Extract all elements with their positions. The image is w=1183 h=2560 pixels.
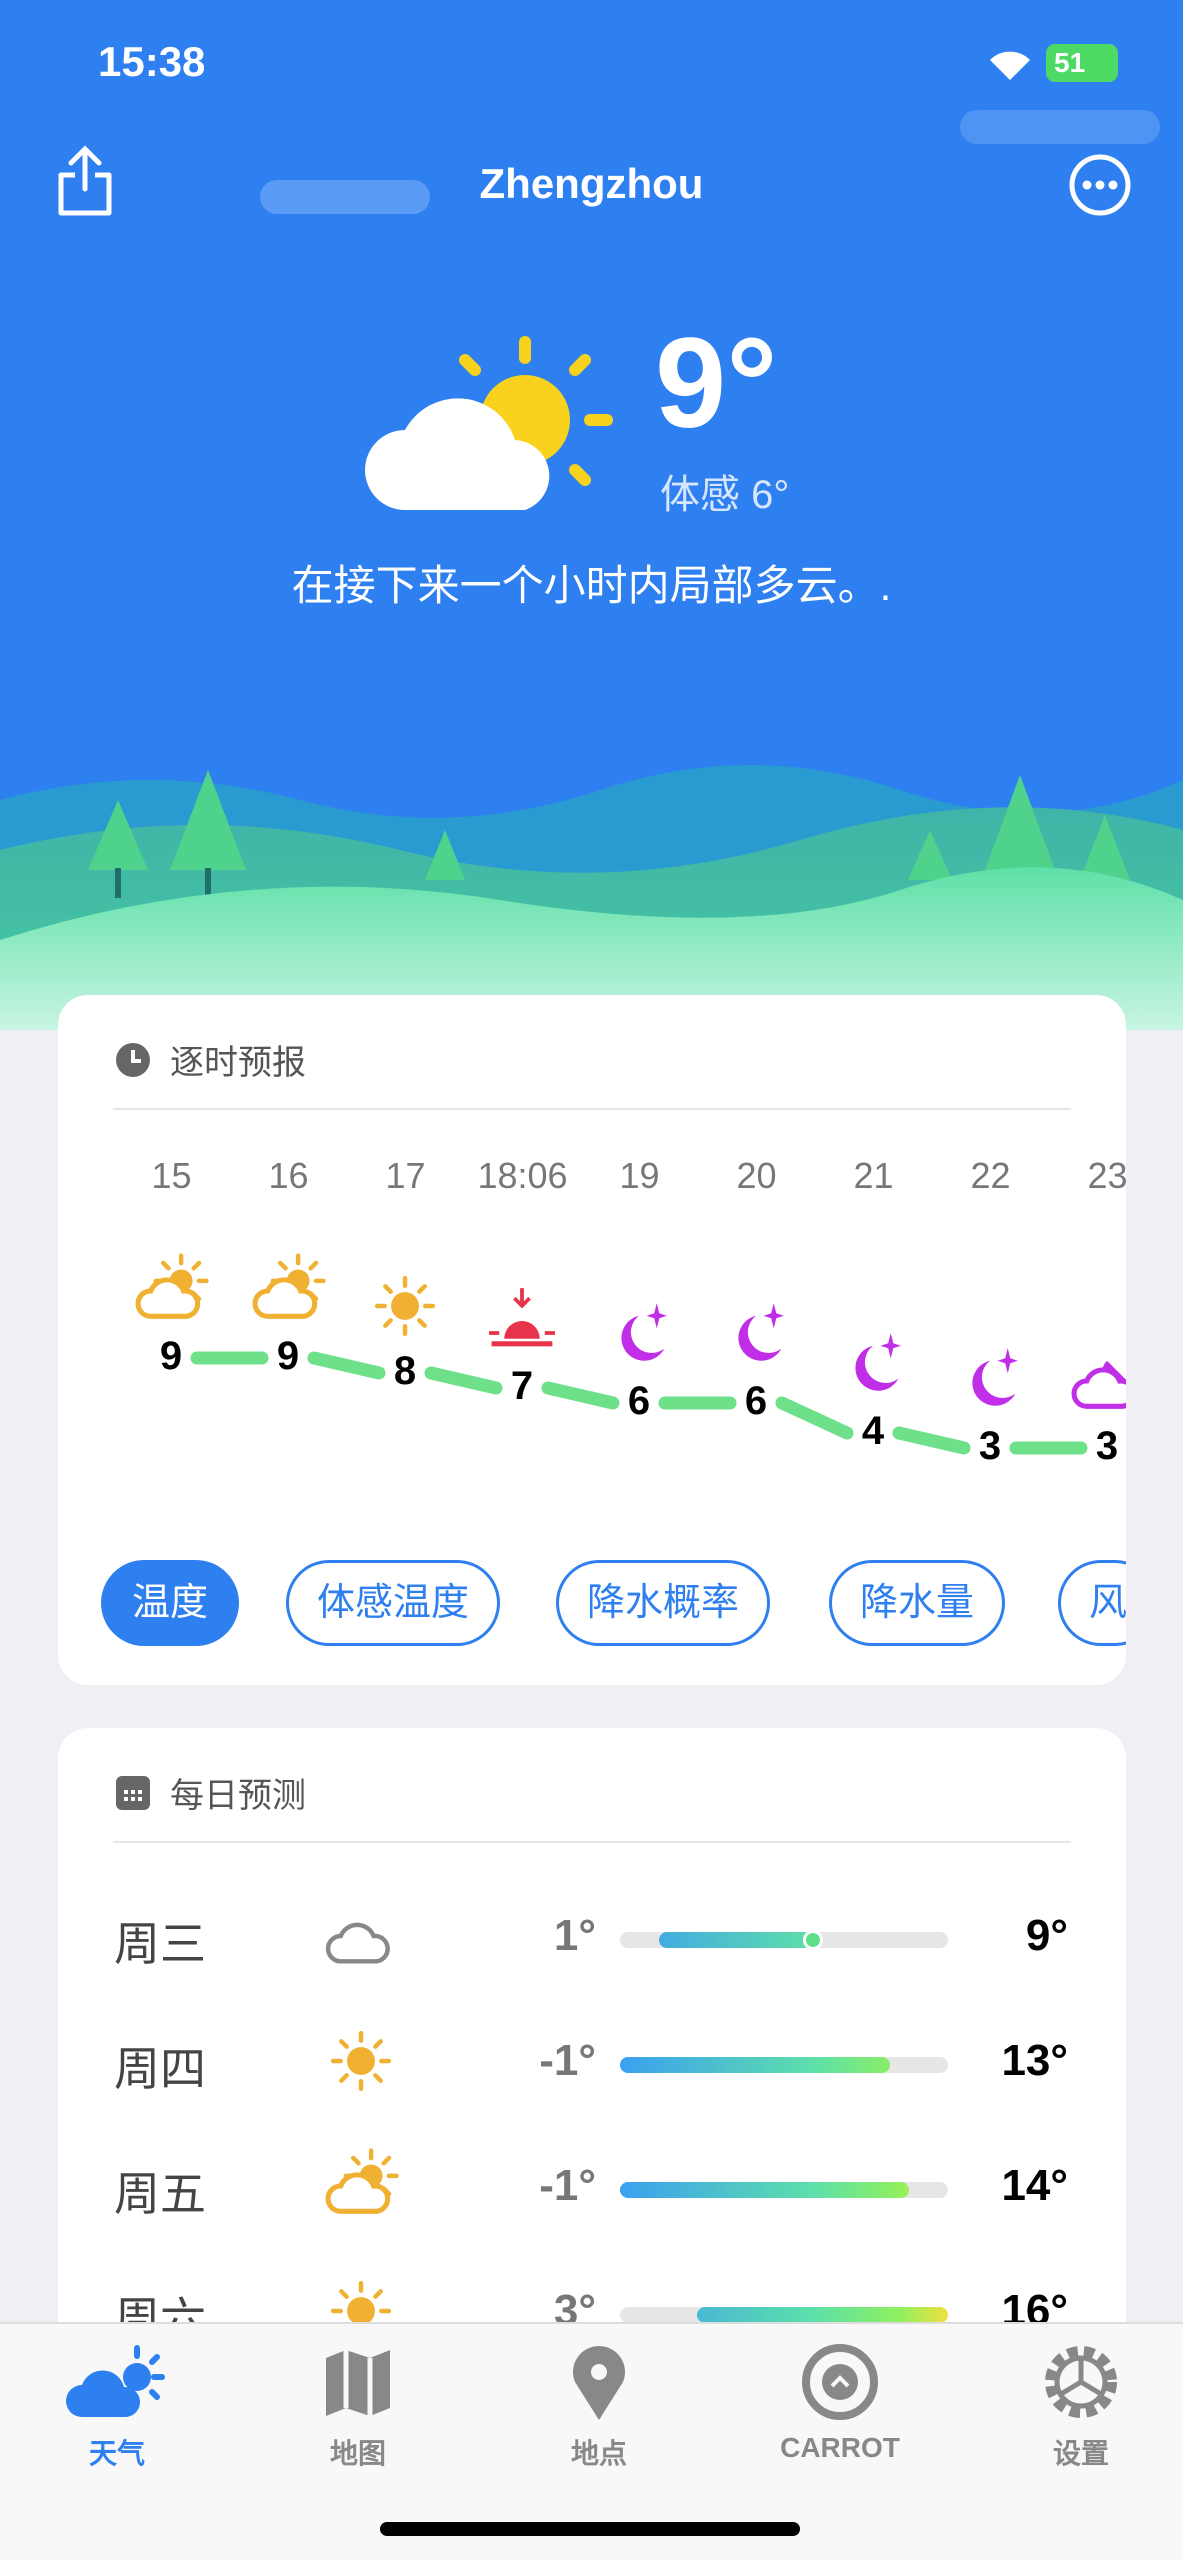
low-temp: -1° — [539, 2036, 596, 2085]
partly-cloudy-day-icon — [323, 2148, 399, 2229]
day-label: 周三 — [114, 1918, 206, 1970]
range-fill — [697, 2307, 948, 2323]
daily-header: 每日预测 — [114, 1768, 306, 1817]
high-temp: 9° — [1025, 1911, 1068, 1960]
current-temp-dot — [802, 1930, 823, 1950]
weather-icon — [27, 2342, 207, 2422]
chip-2[interactable]: 降水概率 — [556, 1560, 771, 1646]
temperature-range-bar — [620, 2182, 948, 2198]
low-temp: 1° — [553, 1911, 596, 1960]
temperature-line-segment — [775, 1396, 854, 1440]
temperature-line-segment — [541, 1381, 620, 1410]
map-icon — [268, 2342, 448, 2422]
hourly-temperature-chart — [190, 1351, 1088, 1455]
hourly-forecast-card: 逐时预报 15 9 16 9 17 8 18:06 7 19 6 20 6 21 4 22 3 23 3 温度 体感… — [58, 995, 1126, 1685]
divider — [113, 1841, 1071, 1843]
calendar-icon — [116, 1775, 150, 1810]
cloudy-icon — [323, 1898, 399, 1979]
location-pin-icon — [509, 2342, 689, 2422]
chip-0[interactable]: 温度 — [101, 1560, 240, 1646]
feels-like: 体感 6° — [660, 473, 790, 517]
home-indicator — [380, 2522, 800, 2536]
temperature-range-bar — [620, 2057, 948, 2073]
low-temp: -1° — [539, 2161, 596, 2210]
tab-label: 地图 — [329, 2438, 386, 2469]
temperature-range-bar — [620, 1930, 948, 1950]
tab-carrot[interactable]: CARROT — [750, 2342, 930, 2464]
high-temp: 13° — [1001, 2036, 1068, 2085]
city-title[interactable]: Zhengzhou — [0, 160, 1183, 208]
high-temp: 14° — [1001, 2161, 1068, 2210]
status-time: 15:38 — [98, 38, 206, 85]
range-fill — [658, 1932, 813, 1948]
daily-row[interactable]: 周四 -1° 13° — [58, 2011, 1126, 2111]
temperature-range-bar — [620, 2307, 948, 2323]
day-label: 周五 — [114, 2168, 206, 2220]
battery-indicator: 51 — [1046, 44, 1118, 82]
tab-label: 地点 — [570, 2438, 627, 2469]
daily-row[interactable]: 周三 1° 9° — [58, 1886, 1126, 1986]
chip-3[interactable]: 降水量 — [829, 1560, 1006, 1646]
range-fill — [620, 2182, 910, 2198]
gear-icon — [991, 2342, 1171, 2422]
chip-4[interactable]: 风 — [1058, 1560, 1126, 1646]
tab-gear[interactable]: 设置 — [991, 2342, 1171, 2472]
tab-label: 天气 — [88, 2438, 145, 2469]
more-button[interactable] — [1068, 153, 1132, 222]
range-fill — [620, 2057, 891, 2073]
sun-icon — [323, 2023, 399, 2104]
temperature-line-segment — [307, 1351, 386, 1380]
ellipsis-circle-icon — [1069, 154, 1131, 216]
wifi-icon — [990, 51, 1030, 80]
daily-row[interactable]: 周五 -1° 14° — [58, 2136, 1126, 2236]
partly-cloudy-day-icon — [365, 336, 613, 510]
tab-label: CARROT — [780, 2432, 900, 2463]
tab-label: 设置 — [1052, 2438, 1109, 2469]
daily-title: 每日预测 — [170, 1777, 306, 1815]
temperature-line-segment — [892, 1426, 971, 1455]
day-label: 周四 — [114, 2043, 206, 2095]
tab-location-pin[interactable]: 地点 — [509, 2342, 689, 2472]
tab-map[interactable]: 地图 — [268, 2342, 448, 2472]
weather-description: 在接下来一个小时内局部多云。. — [291, 562, 892, 609]
current-temperature: 9° — [655, 312, 778, 455]
chip-1[interactable]: 体感温度 — [286, 1560, 501, 1646]
temperature-line-segment — [424, 1366, 503, 1395]
tab-weather[interactable]: 天气 — [27, 2342, 207, 2472]
carrot-icon — [750, 2342, 930, 2422]
